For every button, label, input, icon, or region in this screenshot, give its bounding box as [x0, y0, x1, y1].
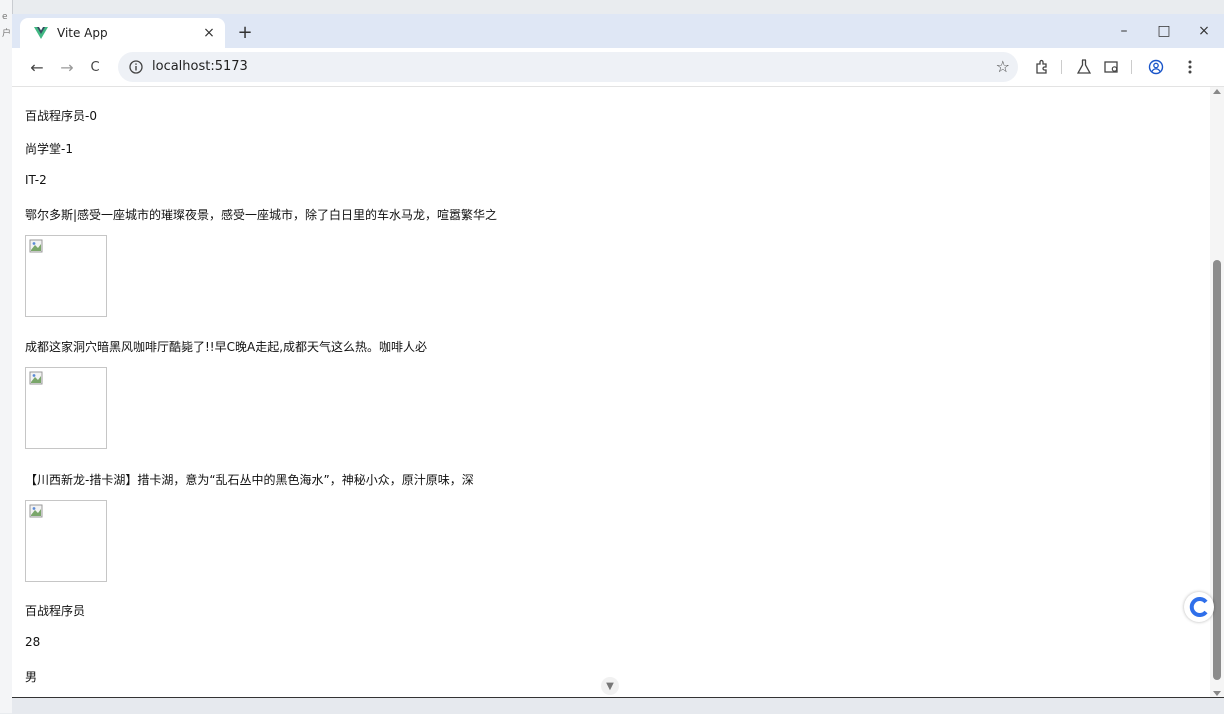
taskbar-edge [12, 697, 1224, 714]
vue-logo-icon [34, 26, 48, 40]
broken-image [25, 235, 107, 317]
user-gender: 男 [25, 670, 38, 684]
broken-image-icon [29, 239, 43, 253]
tab-vite-app[interactable]: Vite App × [20, 18, 225, 48]
tab-strip: Vite App × + – □ × [12, 14, 1224, 48]
reload-button[interactable]: C [84, 56, 106, 78]
list-item: 尚学堂-1 [25, 142, 73, 156]
reading-mode-icon[interactable] [1102, 57, 1122, 77]
tab-close-icon[interactable]: × [197, 25, 221, 41]
maximize-button[interactable]: □ [1144, 14, 1184, 48]
site-info-icon[interactable] [128, 59, 144, 75]
background-char: 户 [2, 29, 12, 39]
menu-kebab-icon[interactable] [1180, 57, 1200, 77]
close-window-button[interactable]: × [1184, 14, 1224, 48]
post-title: 【川西新龙-措卡湖】措卡湖，意为“乱石丛中的黑色海水”，神秘小众，原汁原味，深 [25, 473, 474, 487]
extensions-icon[interactable] [1032, 57, 1052, 77]
labs-flask-icon[interactable] [1074, 57, 1094, 77]
list-item: 百战程序员-0 [25, 109, 97, 123]
scroll-up-arrow-icon[interactable] [1213, 89, 1221, 94]
page-viewport: 百战程序员-0 尚学堂-1 IT-2 鄂尔多斯|感受一座城市的璀璨夜景，感受一座… [12, 87, 1210, 698]
toolbar-separator [1061, 60, 1062, 74]
tab-title: Vite App [57, 26, 108, 40]
broken-image [25, 367, 107, 449]
bookmark-star-icon[interactable]: ☆ [996, 57, 1010, 76]
post-title: 鄂尔多斯|感受一座城市的璀璨夜景，感受一座城市，除了白日里的车水马龙，喧嚣繁华之 [25, 208, 498, 222]
list-item: IT-2 [25, 173, 47, 187]
floating-extension-icon[interactable] [1184, 592, 1214, 622]
background-char: e [2, 12, 8, 22]
forward-button[interactable]: → [56, 56, 78, 78]
minimize-button[interactable]: – [1104, 14, 1144, 48]
scroll-down-indicator-icon[interactable]: ▼ [601, 677, 619, 695]
user-name: 百战程序员 [25, 604, 86, 618]
window-controls: – □ × [1104, 14, 1224, 48]
profile-avatar-icon[interactable] [1146, 57, 1166, 77]
back-button[interactable]: ← [26, 56, 48, 78]
browser-window: Vite App × + – □ × ← → C localhost:5173 … [12, 14, 1224, 698]
scroll-down-arrow-icon[interactable] [1213, 691, 1221, 696]
browser-toolbar: ← → C localhost:5173 ☆ [12, 48, 1224, 87]
broken-image-icon [29, 504, 43, 518]
scrollbar-thumb[interactable] [1213, 260, 1221, 680]
broken-image-icon [29, 371, 43, 385]
post-title: 成都这家洞穴暗黑风咖啡厅酷毙了!!早C晚A走起,成都天气这么热。咖啡人必 [25, 340, 428, 354]
user-age: 28 [25, 635, 41, 649]
toolbar-separator [1131, 60, 1132, 74]
broken-image [25, 500, 107, 582]
new-tab-button[interactable]: + [234, 22, 256, 43]
address-bar[interactable]: localhost:5173 ☆ [118, 52, 1018, 82]
url-text: localhost:5173 [152, 59, 248, 74]
